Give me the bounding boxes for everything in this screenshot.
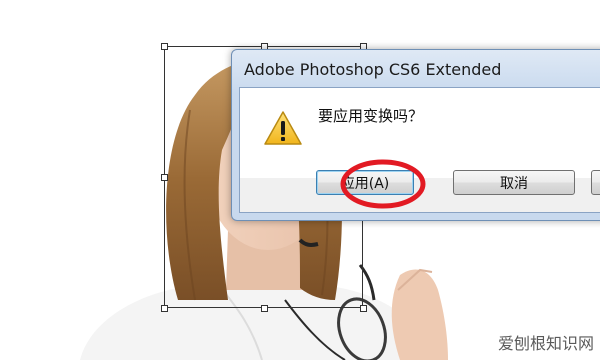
transform-handle-top-left[interactable] — [161, 43, 168, 50]
transform-handle-bottom-center[interactable] — [261, 305, 268, 312]
cancel-button[interactable]: 取消 — [453, 170, 575, 195]
watermark-text: 爱刨根知识网 — [497, 334, 594, 353]
dialog-message: 要应用变换吗？ — [318, 107, 424, 125]
dialog-title: Adobe Photoshop CS6 Extended — [244, 60, 502, 79]
transform-handle-middle-left[interactable] — [161, 174, 168, 181]
transform-handle-bottom-right[interactable] — [360, 305, 367, 312]
cancel-button-label: 取消 — [500, 175, 528, 192]
red-circle-annotation — [340, 159, 426, 209]
warning-icon — [264, 111, 302, 145]
transform-handle-bottom-left[interactable] — [161, 305, 168, 312]
partially-hidden-button[interactable] — [591, 170, 600, 195]
dialog-titlebar[interactable]: Adobe Photoshop CS6 Extended — [232, 50, 600, 92]
